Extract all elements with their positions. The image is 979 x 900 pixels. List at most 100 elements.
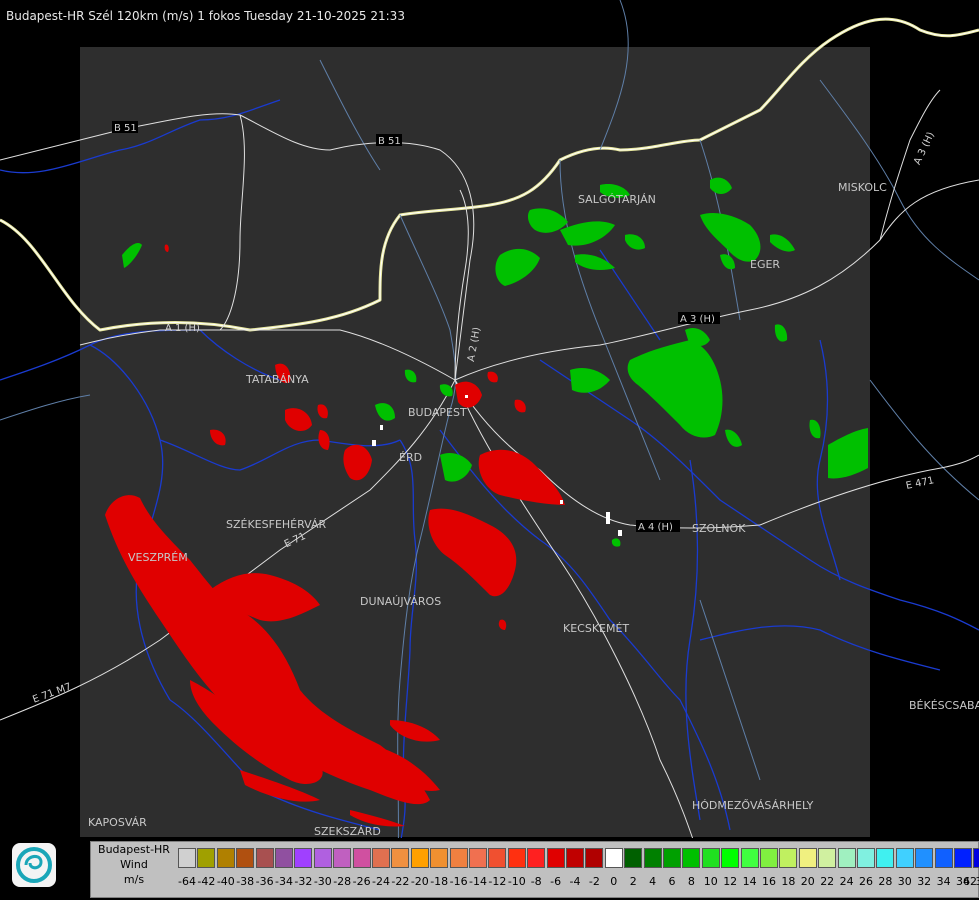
legend-swatch: [915, 848, 934, 868]
legend-tick-label: -24: [372, 875, 390, 888]
svg-text:A 3 (H): A 3 (H): [912, 130, 937, 166]
legend-tick-label: 4: [649, 875, 657, 888]
legend-tick-label: 24: [839, 875, 854, 888]
legend-swatch: [585, 848, 604, 868]
legend-swatch: [663, 848, 681, 868]
legend-swatch: [682, 848, 701, 868]
legend-tick-label: -10: [507, 875, 526, 888]
city-miskolc: MISKOLC: [838, 181, 887, 194]
road-label-a4: A 4 (H): [636, 520, 680, 533]
road-label-a3: A 3 (H): [678, 312, 720, 325]
legend-quantity: Wind: [120, 858, 148, 871]
legend-swatch: [624, 848, 643, 868]
legend-swatch: [410, 848, 429, 868]
legend-swatch: [372, 848, 390, 868]
legend-swatch: [216, 848, 235, 868]
legend-tick-label: -16: [449, 875, 468, 888]
legend-swatch: [721, 848, 740, 868]
legend-tick-label: -18: [430, 875, 449, 888]
legend-tick-label: -36: [255, 875, 274, 888]
legend-swatch: [391, 848, 410, 868]
legend-swatch: [546, 848, 565, 868]
legend-tick-label: -32: [294, 875, 313, 888]
legend-tick-label: 8: [687, 875, 695, 888]
city-szekszard: SZEKSZÁRD: [314, 825, 381, 838]
legend-tick-label: -64: [178, 875, 196, 888]
legend-swatch: [313, 848, 332, 868]
legend-swatch: [934, 848, 953, 868]
legend-unit: m/s: [123, 873, 145, 886]
city-budapest: BUDAPEST: [408, 406, 467, 419]
legend-swatch: [643, 848, 662, 868]
city-szolnok: SZOLNOK: [692, 522, 746, 535]
legend-tick-label: -42: [197, 875, 216, 888]
legend-tick-label: 16: [762, 875, 776, 888]
legend-swatch: [566, 848, 584, 868]
legend-swatch: [760, 848, 778, 868]
legend-swatch: [469, 848, 487, 868]
legend-swatch: [430, 848, 449, 868]
legend-swatch: [449, 848, 468, 868]
city-kaposvar: KAPOSVÁR: [88, 816, 147, 829]
svg-text:B 51: B 51: [114, 123, 137, 134]
city-szekesfehervar: SZÉKESFEHÉRVÁR: [226, 518, 327, 531]
legend-swatch: [837, 848, 856, 868]
legend-radar-name: Budapest-HR: [98, 843, 170, 856]
legend-swatch: [178, 848, 196, 868]
legend-tick-label: 14: [742, 875, 757, 888]
logo-icon: [12, 843, 56, 887]
legend-tick-label: -4: [569, 875, 581, 888]
legend-tick-label: 32: [917, 875, 932, 888]
legend-swatch: [954, 848, 972, 868]
legend-tick-label: -12: [488, 875, 507, 888]
legend-swatch: [973, 848, 979, 868]
svg-text:A 1 (H): A 1 (H): [165, 323, 200, 334]
map-title: Budapest-HR Szél 120km (m/s) 1 fokos Tue…: [6, 9, 405, 23]
legend-tick-label: -38: [236, 875, 255, 888]
legend-tick-label: -30: [313, 875, 332, 888]
legend-tick-label: 12: [723, 875, 738, 888]
svg-text:B 51: B 51: [378, 136, 401, 147]
legend-tick-label: -40: [216, 875, 235, 888]
legend-swatch: [352, 848, 371, 868]
legend-swatch: [275, 848, 293, 868]
legend-tick-label: 26: [859, 875, 873, 888]
legend-swatch: [507, 848, 526, 868]
legend-swatch: [895, 848, 914, 868]
legend-tick-label: 6: [668, 875, 676, 888]
radar-map[interactable]: B 51 B 51 A 1 (H) A 2 (H) A 3 (H) A 3 (H…: [0, 0, 979, 900]
road-label-a3ne: A 3 (H): [912, 130, 937, 166]
legend-title: Budapest-HR Wind m/s: [90, 842, 178, 887]
legend-swatch: [255, 848, 274, 868]
legend-tick-label: -26: [352, 875, 371, 888]
legend-tick-label: -14: [469, 875, 487, 888]
legend-swatch: [197, 848, 216, 868]
legend-tick-label: -6: [550, 875, 562, 888]
legend-tick-label: 10: [703, 875, 718, 888]
legend-tick-label: -2: [588, 875, 600, 888]
legend-tick-label: 28: [878, 875, 893, 888]
road-label-e471: E 471: [905, 475, 935, 492]
city-kecskemet: KECSKEMÉT: [563, 622, 629, 635]
legend-tick-label: 22: [820, 875, 835, 888]
legend-swatch: [333, 848, 352, 868]
legend-swatch: [701, 848, 720, 868]
road-label-e71b: E 71 M7: [31, 681, 73, 705]
svg-text:E 471: E 471: [905, 475, 935, 492]
svg-text:A 4 (H): A 4 (H): [638, 522, 673, 533]
legend-swatch: [740, 848, 759, 868]
road-label-b51b: B 51: [376, 134, 402, 147]
city-veszprem: VESZPRÉM: [128, 551, 188, 564]
legend-tick-label: -28: [333, 875, 352, 888]
legend-tick-label: 20: [800, 875, 815, 888]
city-bekescsaba: BÉKÉSCSABA: [909, 699, 979, 712]
legend-swatch: [876, 848, 895, 868]
legend-swatch: [857, 848, 875, 868]
city-eger: EGER: [750, 258, 780, 271]
road-label-a1: A 1 (H): [165, 323, 200, 334]
legend-swatch: [604, 848, 623, 868]
legend-swatch: [527, 848, 546, 868]
legend-tick-label: 30: [897, 875, 912, 888]
legend-tick-label: -20: [410, 875, 429, 888]
road-label-b51a: B 51: [112, 121, 138, 134]
